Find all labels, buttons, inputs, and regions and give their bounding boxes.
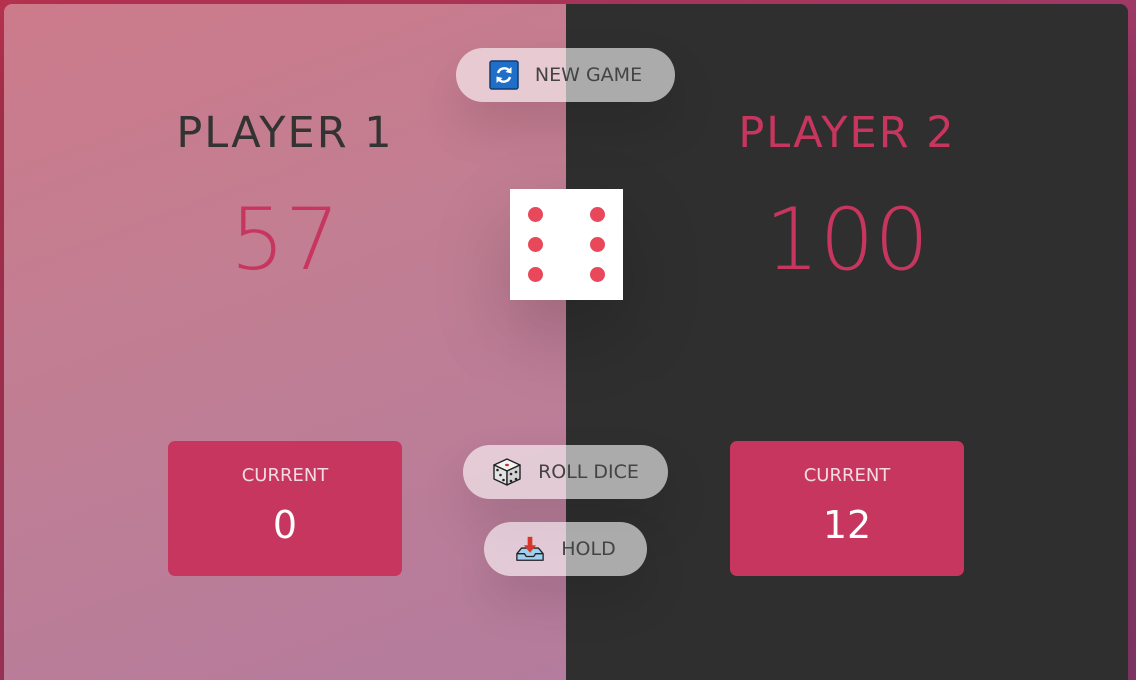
dice xyxy=(510,189,623,300)
dice-pip xyxy=(589,266,605,282)
roll-dice-label: ROLL DICE xyxy=(538,461,639,483)
player-1-score: 57 xyxy=(230,190,340,290)
dice-pip xyxy=(528,266,544,282)
dice-pip xyxy=(528,237,544,252)
player-1-name: PLAYER 1 xyxy=(176,108,394,158)
refresh-icon xyxy=(489,60,519,90)
player-1-current-score: 0 xyxy=(272,503,298,547)
player-1-panel: PLAYER 1 57 CURRENT 0 xyxy=(4,4,566,680)
player-1-current-label: CURRENT xyxy=(241,465,329,486)
player-2-panel: PLAYER 2 100 CURRENT 12 xyxy=(566,4,1128,680)
roll-dice-button[interactable]: ROLL DICE xyxy=(463,445,668,499)
new-game-button[interactable]: NEW GAME xyxy=(456,48,675,102)
player-2-current-score: 12 xyxy=(822,503,872,547)
player-2-current-label: CURRENT xyxy=(803,465,891,486)
game-board: PLAYER 1 57 CURRENT 0 PLAYER 2 100 CURRE… xyxy=(4,4,1128,680)
player-2-name: PLAYER 2 xyxy=(738,108,956,158)
inbox-tray-icon xyxy=(515,534,545,564)
player-2-score: 100 xyxy=(764,190,930,290)
player-1-current-box: CURRENT 0 xyxy=(168,441,402,576)
new-game-label: NEW GAME xyxy=(534,64,643,86)
hold-button[interactable]: HOLD xyxy=(484,522,647,576)
dice-pip xyxy=(528,207,544,223)
game-die-icon xyxy=(492,457,522,487)
dice-pip xyxy=(589,207,605,223)
hold-label: HOLD xyxy=(561,538,616,560)
dice-pip xyxy=(589,237,605,252)
player-2-current-box: CURRENT 12 xyxy=(730,441,964,576)
